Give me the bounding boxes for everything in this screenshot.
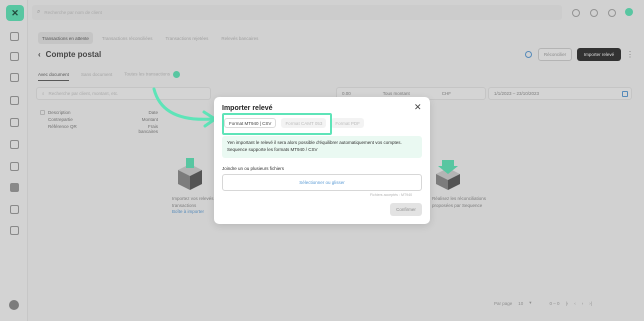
format-highlight-box [222,113,332,135]
info-line-2: Sequence supporte les formats MT940 / CS… [227,146,318,152]
confirm-button[interactable]: Confirmer [390,203,422,216]
info-box: Yen important le relevé il sera alors po… [222,136,422,158]
file-upload-zone[interactable]: Sélectionner ou glisser [222,174,422,191]
close-icon[interactable]: ✕ [414,103,422,112]
upload-cta: Sélectionner ou glisser [299,180,345,185]
info-line-1: Yen important le relevé il sera alors po… [227,140,402,145]
upload-hint: Fichiers acceptés : MT940 [370,193,413,197]
format-tab-pdf[interactable]: Format PDF [331,118,364,128]
upload-label: Joindre un ou plusieurs fichiers [222,166,285,171]
modal-title: Importer relevé [222,105,273,112]
